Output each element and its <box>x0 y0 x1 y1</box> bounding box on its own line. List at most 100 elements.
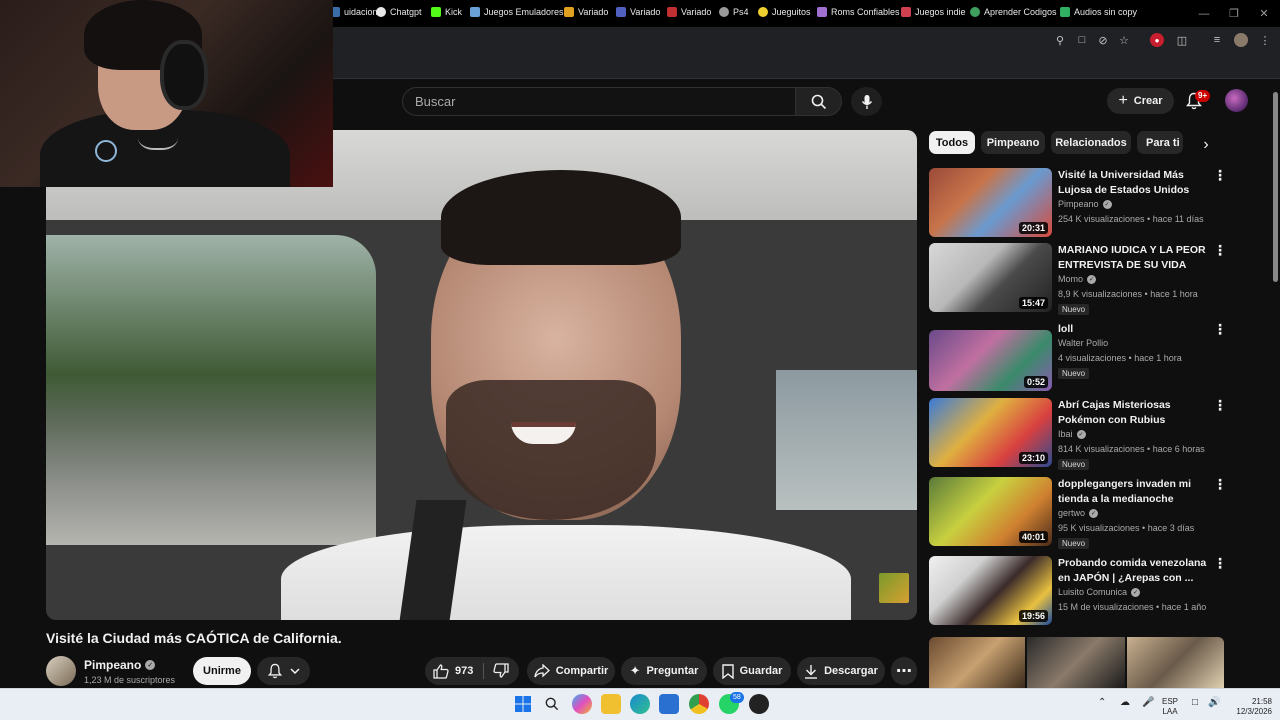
recommendation-channel-name: Ibai <box>1058 429 1073 439</box>
bookmark-item[interactable]: Kick <box>431 5 462 19</box>
recommendation-channel[interactable]: Luisito Comunica ✓ <box>1058 587 1141 597</box>
more-vertical-icon[interactable]: ⋮ <box>1213 243 1227 259</box>
close-window-button[interactable]: ✕ <box>1248 0 1280 27</box>
recommendation-channel[interactable]: Pimpeano ✓ <box>1058 199 1112 209</box>
recommendation-item[interactable]: 40:01 dopplegangers invaden mi tienda a l… <box>929 477 1229 549</box>
recommendation-channel[interactable]: Momo ✓ <box>1058 274 1097 284</box>
recommendation-thumbnail[interactable]: 19:56 <box>929 556 1052 625</box>
more-vertical-icon[interactable]: ⋮ <box>1213 556 1227 572</box>
video-player[interactable] <box>46 130 917 620</box>
recommendation-channel[interactable]: gertwo ✓ <box>1058 508 1099 518</box>
media-list-icon[interactable]: ≡ <box>1210 33 1224 47</box>
bookmark-item[interactable]: Jueguitos <box>758 5 811 19</box>
recommendation-title[interactable]: Abrí Cajas Misteriosas Pokémon con Rubius <box>1058 398 1208 428</box>
recommendation-title[interactable]: Visité la Universidad Más Lujosa de Estad… <box>1058 168 1208 198</box>
share-button[interactable]: Compartir <box>527 657 615 685</box>
join-button[interactable]: Unirme <box>193 657 251 685</box>
recommendation-thumbnail[interactable]: 20:31 <box>929 168 1052 237</box>
recommendation-item[interactable]: 19:56 Probando comida venezolana en JAPÓN… <box>929 556 1229 626</box>
chevron-right-icon[interactable]: › <box>1196 135 1216 155</box>
clock[interactable]: 21:58 12/3/2026 <box>1224 697 1272 717</box>
profile-avatar[interactable] <box>1234 33 1248 47</box>
language-indicator[interactable]: ESP LAA <box>1162 697 1178 717</box>
bookmark-item[interactable]: Chatgpt <box>376 5 422 19</box>
bookmark-item[interactable]: Juegos indie <box>901 5 966 19</box>
volume-icon[interactable]: 🔊 <box>1208 698 1220 708</box>
recommendation-title[interactable]: loll <box>1058 322 1208 337</box>
taskbar-search-button[interactable] <box>542 694 562 714</box>
bookmark-item[interactable]: Juegos Emuladores <box>470 5 564 19</box>
chip-relacionados[interactable]: Relacionados <box>1051 131 1131 154</box>
recommendation-title[interactable]: MARIANO IUDICA Y LA PEOR ENTREVISTA DE SU… <box>1058 243 1208 273</box>
zoom-icon[interactable]: ⚲ <box>1053 33 1067 47</box>
recommendation-thumbnail[interactable]: 0:52 <box>929 330 1052 391</box>
copilot-icon[interactable] <box>572 694 592 714</box>
recommendation-thumbnail[interactable]: 23:10 <box>929 398 1052 467</box>
file-explorer-icon[interactable] <box>601 694 621 714</box>
recommendation-thumbnail[interactable]: 15:47 <box>929 243 1052 312</box>
bookmark-item[interactable]: Roms Confiables <box>817 5 900 19</box>
microphone-tray-icon[interactable]: 🎤 <box>1142 698 1154 708</box>
chip-pimpeano[interactable]: Pimpeano <box>981 131 1045 154</box>
recommendation-channel[interactable]: Walter Pollio <box>1058 338 1108 348</box>
extension-icon[interactable]: ● <box>1150 33 1164 47</box>
chrome-icon[interactable] <box>689 694 709 714</box>
channel-watermark[interactable] <box>879 573 909 603</box>
save-button[interactable]: Guardar <box>713 657 791 685</box>
more-vertical-icon[interactable]: ⋮ <box>1213 322 1227 338</box>
more-actions-button[interactable]: ⋯ <box>891 657 917 685</box>
more-vertical-icon[interactable]: ⋮ <box>1213 398 1227 414</box>
bookmark-star-icon[interactable]: ☆ <box>1117 33 1131 47</box>
clock-time: 21:58 <box>1251 697 1272 706</box>
bookmark-item[interactable]: uidacion <box>330 5 378 19</box>
cast-icon[interactable]: □ <box>1075 33 1089 47</box>
extensions-puzzle-icon[interactable]: ◫ <box>1175 33 1189 47</box>
recommendation-channel[interactable]: Ibai ✓ <box>1058 429 1086 439</box>
download-button[interactable]: Descargar <box>797 657 885 685</box>
dislike-button[interactable] <box>493 663 509 678</box>
bookmark-item[interactable]: Variado <box>564 5 608 19</box>
create-button[interactable]: + Crear <box>1107 88 1174 114</box>
minimize-button[interactable]: — <box>1188 0 1220 27</box>
browser-menu-icon[interactable]: ⋮ <box>1258 33 1272 47</box>
store-icon[interactable] <box>659 694 679 714</box>
edge-icon[interactable] <box>630 694 650 714</box>
ask-button[interactable]: ✦ Preguntar <box>621 657 707 685</box>
more-vertical-icon[interactable]: ⋮ <box>1213 477 1227 493</box>
recommendation-thumbnail[interactable]: 40:01 <box>929 477 1052 546</box>
account-avatar[interactable] <box>1225 89 1248 112</box>
display-icon[interactable]: □ <box>1192 698 1198 708</box>
shorts-thumbnail[interactable] <box>1127 637 1224 688</box>
recommendation-item[interactable]: 23:10 Abrí Cajas Misteriosas Pokémon con … <box>929 398 1229 470</box>
maximize-button[interactable]: ❐ <box>1218 0 1250 27</box>
bookmark-favicon-icon <box>376 7 386 17</box>
bookmark-item[interactable]: Variado <box>667 5 711 19</box>
recommendation-item[interactable]: 15:47 MARIANO IUDICA Y LA PEOR ENTREVISTA… <box>929 243 1229 315</box>
recommendation-item[interactable]: 0:52 loll Walter Pollio 4 visualizacione… <box>929 322 1229 392</box>
recommendation-item[interactable]: 20:31 Visité la Universidad Más Lujosa de… <box>929 168 1229 238</box>
start-button[interactable] <box>513 694 533 714</box>
subscription-notifications-button[interactable] <box>257 657 310 685</box>
app-icon[interactable] <box>749 694 769 714</box>
voice-search-button[interactable] <box>851 87 882 116</box>
chip-todos[interactable]: Todos <box>929 131 975 154</box>
channel-name[interactable]: Pimpeano ✓ <box>84 658 156 672</box>
chip-para-ti[interactable]: Para ti <box>1137 131 1183 154</box>
like-button[interactable]: 973 <box>433 663 473 679</box>
shorts-thumbnail[interactable] <box>929 637 1025 688</box>
bookmark-item[interactable]: Variado <box>616 5 660 19</box>
bookmark-item[interactable]: Audios sin copy <box>1060 5 1137 19</box>
channel-avatar[interactable] <box>46 656 76 686</box>
recommendation-title[interactable]: dopplegangers invaden mi tienda a la medi… <box>1058 477 1208 507</box>
recommendation-title[interactable]: Probando comida venezolana en JAPÓN | ¿Ar… <box>1058 556 1208 586</box>
network-cloud-icon[interactable]: ☁ <box>1120 698 1130 708</box>
shorts-thumbnail[interactable] <box>1027 637 1125 688</box>
search-input[interactable]: Buscar <box>402 87 796 116</box>
more-vertical-icon[interactable]: ⋮ <box>1213 168 1227 184</box>
bookmark-item[interactable]: Ps4 <box>719 5 749 19</box>
scrollbar-thumb[interactable] <box>1273 92 1278 282</box>
tray-chevron-icon[interactable]: ⌃ <box>1098 698 1106 708</box>
search-button[interactable] <box>795 87 842 116</box>
visibility-off-icon[interactable]: ⊘ <box>1096 33 1110 47</box>
bookmark-item[interactable]: Aprender Codigos <box>970 5 1057 19</box>
